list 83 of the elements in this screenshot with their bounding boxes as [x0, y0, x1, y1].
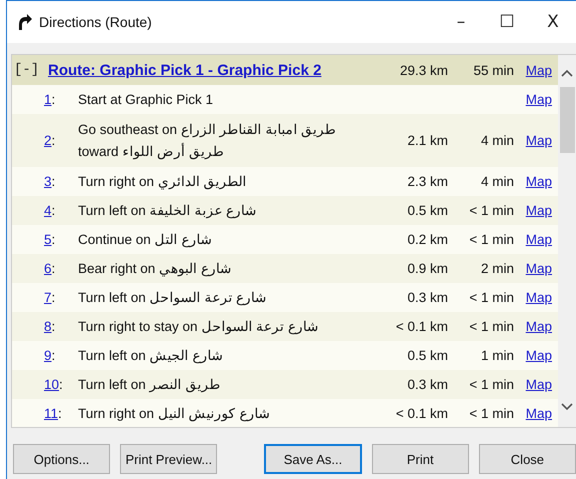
dialog-button[interactable]: Print — [372, 444, 469, 474]
time-text: < 1 min — [469, 290, 514, 305]
direction-text: Turn right on شارع كورنيش النيل — [78, 404, 272, 424]
time-text: 2 min — [480, 261, 514, 276]
direction-text: Turn left on طريق النصر — [78, 376, 222, 394]
dialog-button[interactable]: Print Preview... — [120, 444, 218, 474]
map-link[interactable]: Map — [514, 290, 552, 305]
dialog-button[interactable]: Close — [478, 444, 576, 474]
distance-text: 0.3 km — [407, 290, 448, 305]
colon-text: : — [52, 290, 56, 305]
step-number-link[interactable]: 7 — [44, 290, 52, 305]
time-text: < 1 min — [469, 377, 514, 392]
step-number-link[interactable]: 5 — [44, 232, 52, 247]
colon-text: : — [52, 261, 56, 276]
scroll-up-icon[interactable] — [561, 69, 573, 77]
distance-text: < 0.1 km — [396, 319, 448, 334]
colon-text: : — [52, 232, 56, 247]
direction-text: Turn left on شارع الجيش — [78, 346, 224, 366]
scrollbar[interactable] — [558, 55, 576, 427]
route-link[interactable]: Route: Graphic Pick 1 - Graphic Pick 2 — [48, 62, 378, 78]
colon-text: : — [58, 406, 62, 421]
colon-text: : — [52, 133, 56, 148]
distance-text: 0.9 km — [407, 261, 448, 276]
map-link[interactable]: Map — [514, 377, 552, 392]
time-text: 55 min — [472, 62, 514, 78]
time-text: 1 min — [480, 348, 514, 363]
step-number-link[interactable]: 10 — [44, 377, 60, 392]
step-number-link[interactable]: 6 — [44, 261, 52, 276]
colon-text: : — [52, 92, 56, 107]
distance-text: 0.5 km — [407, 203, 448, 218]
step-number-link[interactable]: 2 — [44, 133, 52, 148]
direction-text: Turn right to stay on شارع ترعة السواحل — [78, 318, 320, 336]
time-text: < 1 min — [469, 406, 514, 421]
map-link[interactable]: Map — [514, 174, 552, 189]
direction-text: Turn right on الطريق الدائري — [78, 172, 248, 192]
map-link[interactable]: Map — [514, 406, 552, 421]
step-number-link[interactable]: 11 — [44, 406, 58, 421]
time-text: 4 min — [480, 133, 514, 148]
map-link[interactable]: Map — [514, 62, 552, 78]
distance-text: 2.1 km — [407, 133, 448, 148]
minimize-button[interactable]: – — [438, 2, 484, 42]
time-text: < 1 min — [469, 232, 514, 247]
colon-text: : — [52, 203, 56, 218]
step-number-link[interactable]: 1 — [44, 92, 52, 107]
distance-text: 0.5 km — [407, 348, 448, 363]
step-number-link[interactable]: 4 — [44, 203, 52, 218]
direction-text: Start at Graphic Pick 1 — [78, 90, 214, 109]
scroll-down-icon[interactable] — [561, 403, 573, 411]
map-link[interactable]: Map — [514, 203, 552, 218]
step-number-link[interactable]: 8 — [44, 319, 52, 334]
distance-text: 2.3 km — [407, 174, 448, 189]
scrollbar-thumb[interactable] — [560, 87, 574, 153]
colon-text: : — [59, 377, 63, 392]
time-text: < 1 min — [469, 319, 514, 334]
collapse-toggle[interactable]: [-] — [12, 62, 48, 78]
distance-text: 29.3 km — [398, 62, 448, 78]
colon-text: : — [52, 319, 56, 334]
direction-text: Turn left on شارع عزبة الخليفة — [78, 202, 258, 220]
distance-text: 0.3 km — [407, 377, 448, 392]
maximize-button[interactable]: ☐ — [484, 2, 530, 42]
step-number-link[interactable]: 3 — [44, 174, 52, 189]
map-link[interactable]: Map — [514, 319, 552, 334]
direction-text: Bear right on شارع البوهي — [78, 260, 233, 278]
window-close-button[interactable]: X — [530, 2, 576, 42]
colon-text: : — [52, 348, 56, 363]
map-link[interactable]: Map — [514, 232, 552, 247]
time-text: < 1 min — [469, 203, 514, 218]
direction-text: Continue on شارع التل — [78, 230, 214, 250]
dialog-button[interactable]: Save As... — [264, 444, 362, 474]
map-link[interactable]: Map — [514, 92, 552, 107]
direction-text: Go southeast on طريق امبابة القناطر الزراع toward طريق أرض اللواء — [78, 120, 338, 162]
colon-text: : — [52, 174, 56, 189]
map-link[interactable]: Map — [514, 261, 552, 276]
map-link[interactable]: Map — [514, 133, 552, 148]
window-title: Directions (Route) — [39, 14, 152, 30]
turn-arrow-icon — [19, 13, 33, 31]
step-number-link[interactable]: 9 — [44, 348, 52, 363]
distance-text: 0.2 km — [407, 232, 448, 247]
direction-text: Turn left on شارع ترعة السواحل — [78, 288, 268, 308]
distance-text: < 0.1 km — [396, 406, 448, 421]
dialog-button[interactable]: Options... — [13, 444, 110, 474]
map-link[interactable]: Map — [514, 348, 552, 363]
time-text: 4 min — [480, 174, 514, 189]
